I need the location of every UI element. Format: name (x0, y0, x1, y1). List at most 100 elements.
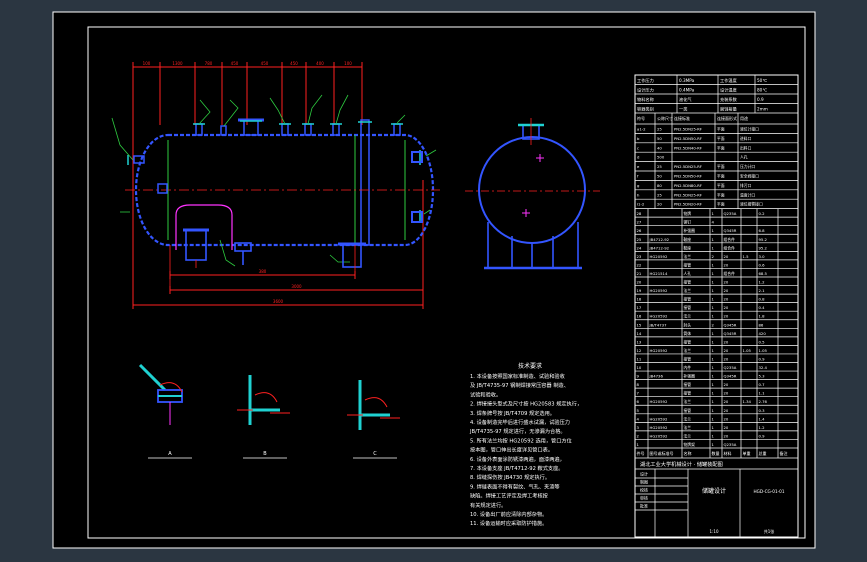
table-cell: 平面 (717, 202, 725, 207)
table-cell: 0.9 (757, 97, 764, 102)
table-cell: i1-2 (637, 202, 645, 207)
table-cell: 补强圈 (684, 228, 696, 233)
table-cell: 平面 (717, 174, 725, 179)
note-line: 7. 本设备支座 JB/T4712-92 鞍式支座。 (470, 464, 563, 472)
note-line: 11. 设备运输时应采取防护措施。 (470, 519, 547, 527)
table-cell: 27 (637, 220, 642, 225)
note-line: 有关规定进行。 (470, 501, 506, 509)
table-cell: 20 (724, 433, 729, 438)
table-cell: 材料 (724, 450, 732, 456)
table-cell: 图号或标准号 (650, 450, 674, 456)
table-cell: 液位计接口 (740, 127, 759, 132)
table-cell: 2.76 (759, 399, 768, 404)
table-cell: 22 (637, 262, 642, 267)
table-cell: 20 (724, 297, 729, 302)
table-cell: 接管 (684, 391, 692, 396)
table-cell: 1.05 (759, 348, 768, 353)
dim-bottom-label: 3000 (291, 284, 302, 289)
table-cell: 20 (724, 262, 729, 267)
notes-title: 技术要求 (518, 362, 542, 370)
table-cell: 筒体 (684, 331, 692, 336)
table-cell: 0.8 (759, 297, 766, 302)
note-line: 2. 焊接接头型式及尺寸按 HG20583 规定执行， (470, 400, 582, 408)
table-cell: 符号 (637, 115, 645, 121)
table-cell: 温度计口 (740, 192, 755, 197)
table-cell: 组合件 (724, 237, 736, 242)
table-cell: 15 (637, 322, 642, 327)
note-line: 1. 本设备按照国家标准制造、试验和验收 (470, 372, 565, 380)
table-cell: 人孔 (740, 155, 748, 160)
table-cell: 接管 (684, 356, 692, 361)
table-cell: 设计压力 (637, 87, 654, 94)
table-cell: 法兰 (684, 425, 692, 430)
table-cell: 工作压力 (637, 77, 654, 84)
table-cell: 14 (637, 331, 642, 336)
table-cell: 工作温度 (720, 77, 738, 84)
table-cell: 物料名称 (637, 96, 654, 103)
table-cell: 20 (724, 339, 729, 344)
table-cell: 制图 (640, 479, 648, 485)
detail-caption: A (168, 451, 172, 457)
table-cell: 95.2 (759, 237, 768, 242)
table-cell: 20 (724, 425, 729, 430)
table-cell: 20 (724, 288, 729, 293)
table-cell: 80℃ (757, 88, 767, 93)
table-cell: JB4712-92 (649, 237, 670, 242)
table-cell: 液化气 (679, 96, 692, 103)
table-cell: 20 (724, 314, 729, 319)
table-cell: 0.3 (759, 408, 766, 413)
note-line: 10. 设备出厂前应清除内部杂物。 (470, 510, 547, 518)
table-cell: PN2.5DN40-RF (674, 145, 702, 150)
table-cell: 件号 (637, 450, 645, 456)
table-cell: 补强圈 (684, 374, 696, 379)
table-cell: 20 (724, 399, 729, 404)
detail-caption: C (373, 451, 377, 457)
table-cell: 500 (657, 155, 665, 160)
table-cell: 接管 (684, 262, 692, 267)
note-line: JB/T4735-97 规定进行，无渗漏为合格。 (469, 427, 566, 435)
table-cell: 20 (724, 280, 729, 285)
table-cell: 一类 (679, 106, 688, 113)
table-cell: 5.3 (759, 374, 766, 379)
table-cell: 25 (637, 237, 642, 242)
table-cell: 25 (657, 192, 662, 197)
table-cell: c (637, 145, 639, 150)
table-cell: 16 (637, 314, 642, 319)
table-cell: 12 (637, 348, 642, 353)
table-cell: PN2.5DN50-RF (674, 174, 702, 179)
table-cell: 0.9 (759, 433, 766, 438)
table-cell: 人孔 (684, 271, 692, 276)
table-cell: 28 (637, 211, 642, 216)
table-cell: 24 (637, 245, 642, 250)
dim-label: 1300 (172, 61, 183, 66)
table-cell: 法兰 (684, 254, 692, 259)
table-cell: HG20592 (650, 288, 668, 293)
table-cell: JB4736 (649, 374, 664, 379)
table-cell: 接管 (684, 280, 692, 285)
dim-bottom-label: 380 (259, 269, 267, 274)
table-cell: 校核 (640, 487, 648, 493)
table-cell: HG20592 (650, 348, 668, 353)
table-cell: 出料口 (740, 145, 752, 150)
table-cell: HG20592 (650, 254, 668, 259)
dim-label: 780 (205, 61, 213, 66)
table-cell: 40 (657, 145, 662, 150)
note-line: 按本图，管口伸出长度详见管口表。 (470, 446, 553, 454)
table-cell: PN2.5DN25-RF (674, 127, 702, 132)
table-cell: 平面 (717, 145, 725, 150)
note-line: 5. 所有法兰均按 HG20592 选用，管口方位 (470, 436, 572, 444)
table-cell: 50 (657, 174, 662, 179)
table-cell: 20 (724, 356, 729, 361)
table-cell: 20 (637, 280, 642, 285)
table-cell: 1.4 (759, 416, 766, 421)
table-cell: 1.1 (759, 391, 766, 396)
table-cell: 容器类别 (637, 106, 654, 113)
table-cell: 20 (724, 391, 729, 396)
table-cell: JB4712-92 (649, 245, 670, 250)
table-cell: Q345R (724, 322, 737, 327)
note-line: 3. 焊条牌号按 JB/T4709 规定选用。 (470, 409, 555, 417)
table-cell: PN2.5DN25-RF (674, 164, 702, 169)
cad-viewport[interactable]: 100 1300 780 450 450 450 400 100 3803000… (0, 0, 867, 562)
table-cell: HG20592 (650, 433, 668, 438)
table-cell: 26 (637, 228, 642, 233)
